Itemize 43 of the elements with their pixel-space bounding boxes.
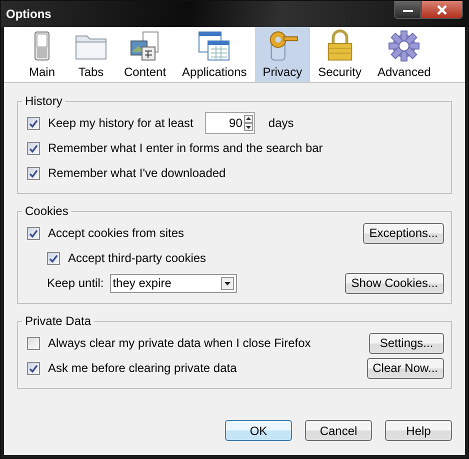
dialog-button[interactable]: Cancel [305,420,372,441]
pane-tab[interactable]: Security [310,27,370,82]
checkbox[interactable] [27,142,40,154]
side-button[interactable]: Settings... [369,332,444,354]
close-icon [436,4,448,14]
documents-icon [129,30,162,62]
checkbox[interactable] [27,166,40,180]
close-button[interactable] [421,1,463,19]
keep-until-dropdown[interactable]: they expire [110,274,237,292]
checkbox[interactable] [47,252,60,264]
checkbox-label[interactable]: Accept third-party cookies [68,251,206,265]
up-arrow-icon[interactable] [244,115,254,123]
checkbox[interactable] [27,336,40,350]
pane-tab[interactable]: Main [18,27,66,82]
checkbox-label[interactable]: Remember what I enter in forms and the search bar [48,141,323,155]
down-arrow-icon[interactable] [244,123,254,131]
checkbox-label[interactable]: Ask me before clearing private data [48,361,237,375]
checkbox[interactable] [27,362,40,374]
group-title: History [24,94,64,108]
unit-label: days [268,116,294,130]
field-label: Keep until: [47,276,104,290]
checkbox-label[interactable]: Remember what I've downloaded [48,166,226,180]
side-button[interactable]: Exceptions... [363,222,444,244]
pane-tab[interactable]: Applications [174,27,255,82]
checkbox[interactable] [27,116,40,130]
side-button[interactable]: Show Cookies... [345,272,444,294]
checkbox-label[interactable]: Accept cookies from sites [48,226,184,240]
window-title: Options [6,7,52,21]
checkbox-label[interactable]: Always clear my private data when I close Firefox [48,336,311,350]
pane-tab[interactable]: Privacy [254,27,310,82]
dialog-button[interactable]: Help [385,420,452,441]
pane-tab[interactable]: Tabs [66,27,116,82]
windows-icon [197,30,232,62]
pane-tab[interactable]: Content [116,27,174,82]
checkbox[interactable] [27,226,40,240]
group-title: Private Data [24,314,92,328]
minimize-button[interactable] [394,1,421,19]
days-spinner[interactable]: 90 [205,112,256,134]
group-title: Cookies [24,204,70,218]
side-button[interactable]: Clear Now... [366,358,444,378]
dialog-button[interactable]: OK [225,420,292,441]
pane-tab[interactable]: Advanced [369,27,439,82]
checkbox-label[interactable]: Keep my history for at least [48,116,194,130]
